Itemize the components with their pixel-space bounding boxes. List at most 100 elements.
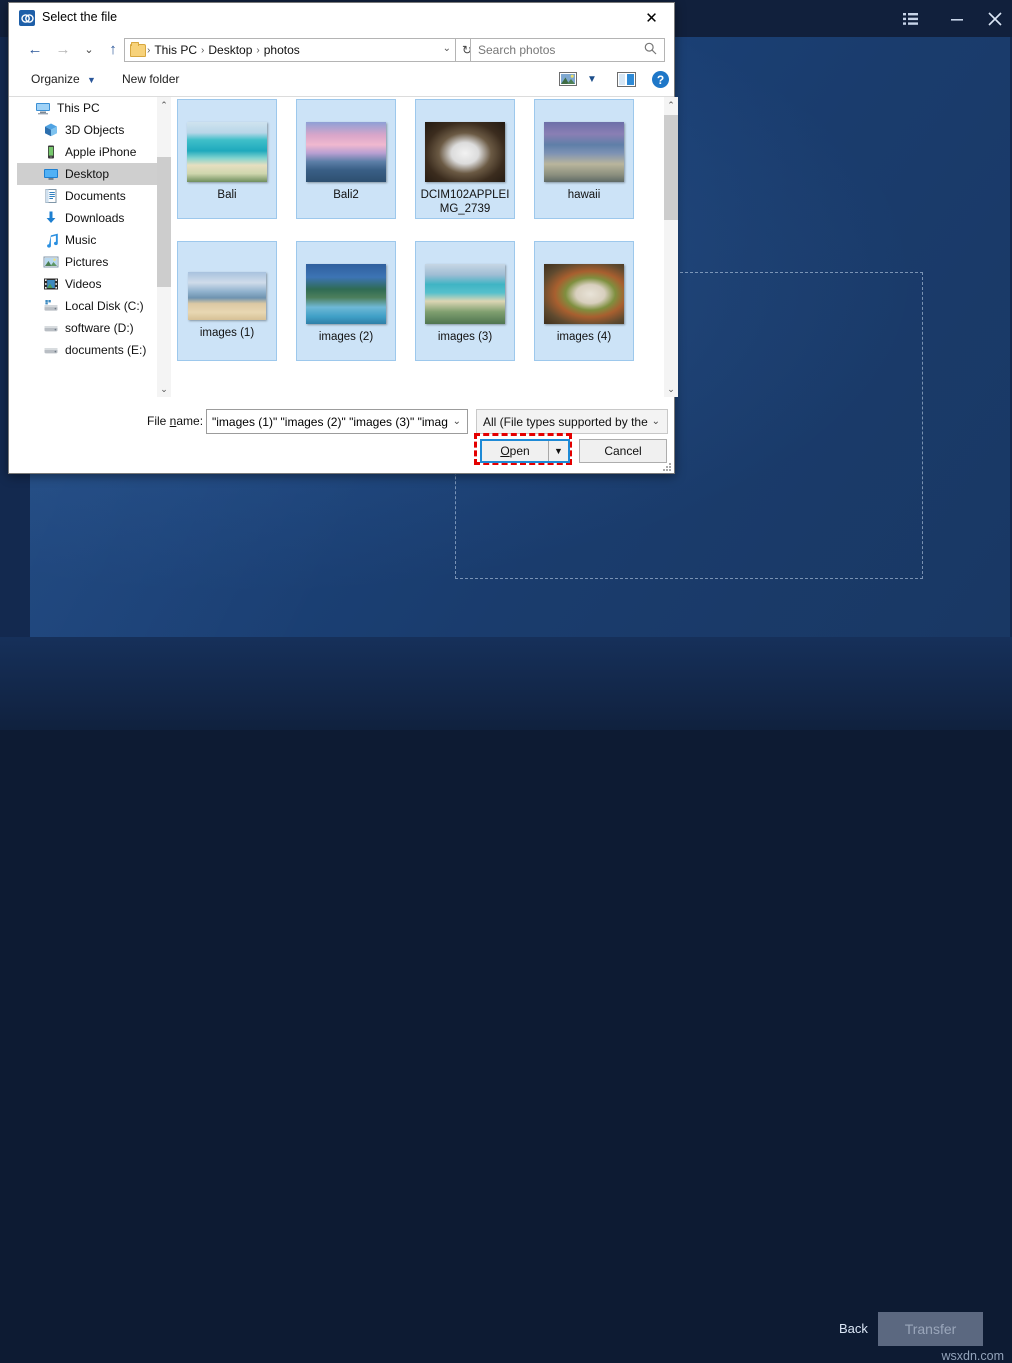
- open-button[interactable]: Open: [482, 441, 548, 461]
- recent-locations-icon[interactable]: ⌄: [77, 37, 101, 61]
- file-thumbnail-beach-turquoise: [187, 122, 267, 182]
- sidebar-item-label: Desktop: [65, 167, 109, 181]
- app-logo-icon-svg: [21, 12, 34, 25]
- back-button[interactable]: Back: [833, 1320, 874, 1337]
- documents-icon: [43, 188, 59, 204]
- file-list-grid[interactable]: Bali Bali2 DCIM102APPLEIMG_2739 hawaii image…: [174, 97, 664, 397]
- dialog-close-icon[interactable]: ✕: [629, 3, 674, 33]
- address-dropdown-icon[interactable]: ⌄: [443, 43, 451, 54]
- file-tile[interactable]: images (1): [177, 241, 277, 361]
- downloads-icon: [43, 210, 59, 226]
- local-disk-icon-svg: [43, 298, 59, 314]
- new-folder-button[interactable]: New folder: [122, 72, 179, 86]
- file-tile[interactable]: images (3): [415, 241, 515, 361]
- sidebar-item-documents[interactable]: Documents: [17, 185, 162, 207]
- file-name-box[interactable]: ⌄: [206, 409, 468, 434]
- videos-icon: [43, 276, 59, 292]
- sidebar-scroll-thumb[interactable]: [157, 157, 171, 287]
- file-tile[interactable]: images (2): [296, 241, 396, 361]
- nav-forward-icon[interactable]: →: [51, 37, 75, 61]
- apple-iphone-icon-svg: [43, 144, 59, 160]
- sidebar-scrollbar[interactable]: ⌃ ⌄: [157, 97, 171, 397]
- desktop-icon: [43, 166, 59, 182]
- preview-pane-icon[interactable]: [617, 72, 636, 90]
- file-type-dropdown[interactable]: All (File types supported by the ⌄: [476, 409, 668, 434]
- file-name-label: File name:: [147, 414, 203, 428]
- close-icon-svg: [988, 12, 1002, 26]
- dialog-titlebar: Select the file ✕: [9, 3, 674, 33]
- dialog-footer: File name: ⌄ All (File types supported b…: [9, 403, 674, 473]
- view-options-icon[interactable]: [559, 72, 577, 89]
- file-grid-scrollbar[interactable]: ⌃ ⌄: [664, 97, 678, 397]
- file-tile[interactable]: [177, 383, 275, 397]
- transfer-button[interactable]: Transfer: [878, 1312, 983, 1346]
- sidebar-item-label: Downloads: [65, 211, 124, 225]
- sidebar-item-label: Music: [65, 233, 96, 247]
- dialog-title: Select the file: [42, 10, 117, 24]
- sidebar-item-3d-objects[interactable]: 3D Objects: [17, 119, 162, 141]
- organize-button[interactable]: Organize ▼: [31, 72, 96, 86]
- address-bar[interactable]: › This PC › Desktop › photos ⌄: [124, 38, 456, 62]
- pictures-icon-svg: [43, 254, 59, 270]
- sidebar-item-local-disk-c[interactable]: Local Disk (C:): [17, 295, 162, 317]
- file-tile[interactable]: Bali2: [296, 99, 396, 219]
- resize-grip[interactable]: [662, 462, 672, 472]
- sidebar-item-label: This PC: [57, 101, 100, 115]
- navigation-sidebar[interactable]: This PC 3D Objects Apple iPhone Desktop Docu…: [17, 97, 162, 397]
- file-name-input[interactable]: [207, 414, 453, 430]
- file-name-label: Bali2: [299, 188, 393, 202]
- file-tile[interactable]: DCIM102APPLEIMG_2739: [415, 99, 515, 219]
- sidebar-item-downloads[interactable]: Downloads: [17, 207, 162, 229]
- file-tile[interactable]: images (4): [534, 241, 634, 361]
- file-name-label: images (1): [180, 326, 274, 340]
- chevron-down-icon: ⌄: [652, 416, 660, 427]
- breadcrumb-this-pc[interactable]: This PC: [151, 43, 200, 57]
- file-name-dropdown-icon[interactable]: ⌄: [453, 416, 461, 427]
- search-icon-svg: [644, 42, 657, 55]
- drive-icon: [43, 342, 59, 358]
- file-tile[interactable]: [534, 383, 632, 397]
- sidebar-item-videos[interactable]: Videos: [17, 273, 162, 295]
- sidebar-item-apple-iphone[interactable]: Apple iPhone: [17, 141, 162, 163]
- sidebar-item-desktop[interactable]: Desktop: [17, 163, 162, 185]
- select-file-dialog: Select the file ✕ ← → ⌄ ↑ › This PC › De…: [8, 2, 675, 474]
- desktop-icon-svg: [43, 166, 59, 182]
- nav-back-icon[interactable]: ←: [23, 37, 47, 61]
- sidebar-scroll-up-icon[interactable]: ⌃: [157, 97, 171, 113]
- file-tile[interactable]: hawaii: [534, 99, 634, 219]
- folder-icon: [130, 44, 146, 57]
- sidebar-scroll-down-icon[interactable]: ⌄: [157, 381, 171, 397]
- file-name-label: DCIM102APPLEIMG_2739: [418, 188, 512, 216]
- 3d-objects-icon-svg: [43, 122, 59, 138]
- sidebar-item-label: 3D Objects: [65, 123, 124, 137]
- close-icon[interactable]: [978, 0, 1012, 37]
- search-box[interactable]: [470, 38, 665, 62]
- breadcrumb-desktop[interactable]: Desktop: [205, 43, 255, 57]
- sidebar-item-software-d[interactable]: software (D:): [17, 317, 162, 339]
- sidebar-item-music[interactable]: Music: [17, 229, 162, 251]
- sidebar-item-pictures[interactable]: Pictures: [17, 251, 162, 273]
- minimize-icon[interactable]: [940, 0, 974, 37]
- music-icon-svg: [43, 232, 59, 248]
- 3d-objects-icon: [43, 122, 59, 138]
- grid-scroll-thumb[interactable]: [664, 115, 678, 220]
- sidebar-item-this-pc[interactable]: This PC: [17, 97, 162, 119]
- help-icon[interactable]: ?: [652, 71, 669, 88]
- file-tile[interactable]: [296, 383, 394, 397]
- open-dropdown-icon[interactable]: ▼: [548, 441, 568, 461]
- view-options-dropdown-icon[interactable]: ▼: [587, 74, 597, 85]
- downloads-icon-svg: [43, 210, 59, 226]
- grid-scroll-down-icon[interactable]: ⌄: [664, 381, 678, 397]
- file-tile[interactable]: Bali: [177, 99, 277, 219]
- search-input[interactable]: [471, 42, 644, 58]
- breadcrumb-photos[interactable]: photos: [261, 43, 303, 57]
- music-icon: [43, 232, 59, 248]
- file-name-label: hawaii: [537, 188, 631, 202]
- list-menu-icon[interactable]: [893, 0, 927, 37]
- sidebar-item-documents-e[interactable]: documents (E:): [17, 339, 162, 361]
- grid-scroll-up-icon[interactable]: ⌃: [664, 97, 678, 113]
- cancel-button[interactable]: Cancel: [579, 439, 667, 463]
- resize-grip-svg: [662, 462, 672, 472]
- nav-up-icon[interactable]: ↑: [101, 37, 125, 61]
- file-name-label: images (3): [418, 330, 512, 344]
